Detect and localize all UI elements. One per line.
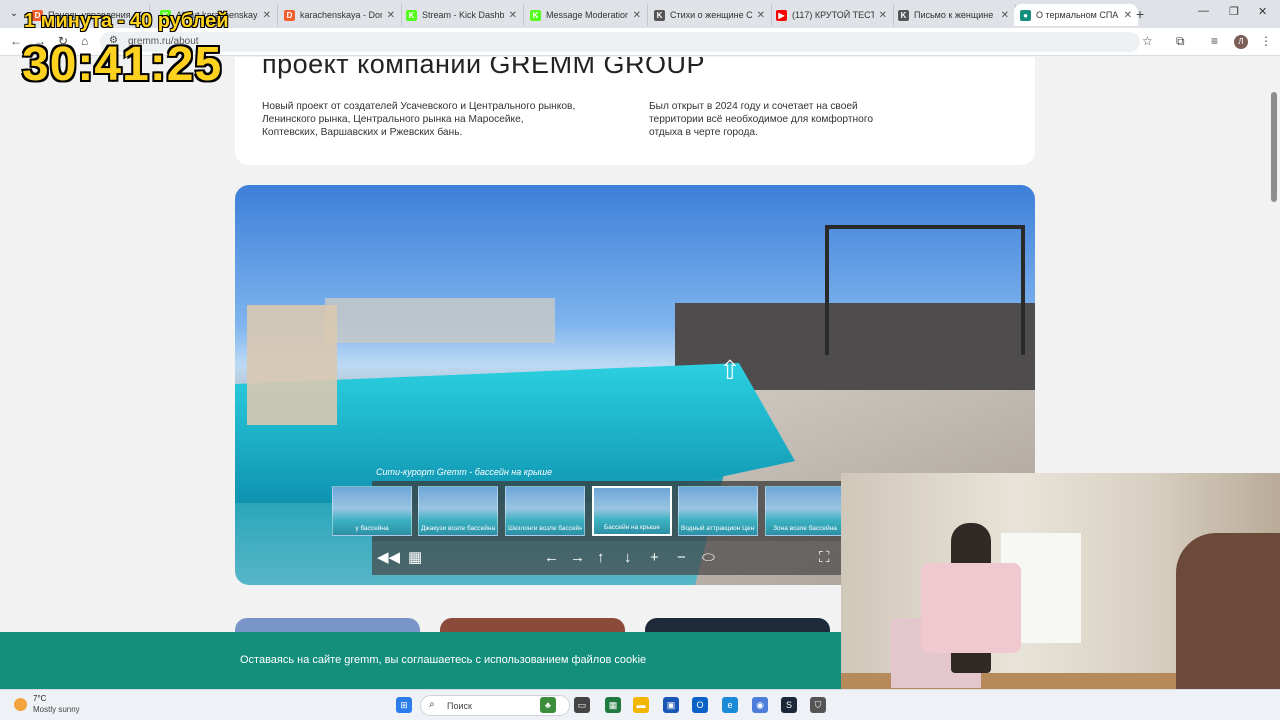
reading-list-icon[interactable]: ≡ — [1211, 34, 1218, 48]
zoom-out-icon[interactable]: − — [677, 549, 686, 567]
edge-icon[interactable]: e — [722, 697, 738, 713]
vr-mode-icon[interactable]: ⬭ — [702, 549, 715, 567]
tab-title: Стихи о женщине Се — [670, 10, 752, 20]
panorama-caption: Сити-курорт Gremm - бассейн на крыше — [376, 467, 553, 477]
taskbar-search-placeholder: Поиск — [447, 701, 472, 711]
about-title: проект компании GREMM GROUP — [262, 57, 706, 79]
panorama-thumbnail-label: у бассейна — [355, 525, 389, 532]
tab-title: Message Moderation — [546, 10, 628, 20]
browser-tab[interactable]: K Стихи о женщине Се ✕ — [648, 4, 772, 26]
about-paragraph-left: Новый проект от создателей Усачевского и… — [262, 101, 576, 138]
search-icon: ⌕ — [429, 699, 435, 710]
k-letter-icon: K — [654, 9, 665, 21]
tab-title: karachenskaya - Don — [300, 10, 382, 20]
tab-close-icon[interactable]: ✕ — [1124, 10, 1132, 21]
menu-dots-icon[interactable]: ⋮ — [1260, 34, 1272, 48]
youtube-icon: ▶ — [776, 9, 787, 21]
panorama-thumbnail-label: Бассейн на крыше — [604, 524, 660, 531]
panorama-thumbnail[interactable]: Бассейн на крыше — [592, 486, 672, 536]
tab-title: Письмо к женщине — [914, 10, 994, 20]
tab-close-icon[interactable]: ✕ — [263, 10, 271, 21]
new-tab-button[interactable]: + — [1136, 6, 1144, 22]
close-window-icon[interactable]: ✕ — [1258, 5, 1267, 18]
browser-tab[interactable]: K Stream - Kick Dashbo ✕ — [400, 4, 524, 26]
cookie-banner-text: Оставаясь на сайте gremm, вы соглашаетес… — [240, 654, 647, 666]
pan-up-icon[interactable]: ↑ — [597, 549, 605, 567]
steam-icon[interactable]: S — [781, 697, 797, 713]
browser-tab[interactable]: ● О термальном СПА ✕ — [1014, 4, 1138, 26]
k-letter-icon: K — [898, 9, 909, 21]
boosty-icon: D — [284, 9, 295, 21]
panorama-thumbnail[interactable]: у бассейна — [332, 486, 412, 536]
address-bar[interactable]: ⚙ gremm.ru/about — [100, 32, 1140, 52]
profile-avatar[interactable]: Л — [1234, 35, 1248, 49]
webcam-blanket — [921, 563, 1021, 653]
stream-promo-text: 1 минута - 40 рублей — [24, 10, 229, 32]
panorama-background-building — [325, 298, 555, 343]
gremm-icon: ● — [1020, 9, 1031, 21]
tab-close-icon[interactable]: ✕ — [387, 10, 395, 21]
pan-left-icon[interactable]: ← — [544, 549, 559, 567]
tab-close-icon[interactable]: ✕ — [633, 10, 641, 21]
browser-tab[interactable]: Dkarachenskaya - Don ✕ — [278, 4, 402, 26]
about-card: проект компании GREMM GROUP Новый проект… — [235, 57, 1035, 165]
tab-title: (117) КРУТОЙ ТЕСТ н — [792, 10, 874, 20]
tab-close-icon[interactable]: ✕ — [1001, 10, 1009, 21]
about-paragraph-right: Был открыт в 2024 году и сочетает на сво… — [649, 101, 873, 138]
taskbar-widget-icon[interactable]: ♣ — [540, 697, 556, 713]
kick-icon: K — [406, 9, 417, 21]
windows-start-icon[interactable]: ⊞ — [396, 697, 412, 713]
outlook-icon[interactable]: O — [692, 697, 708, 713]
bookmark-star-icon[interactable]: ☆ — [1142, 34, 1153, 48]
scrollbar-thumb[interactable] — [1271, 92, 1277, 202]
weather-description[interactable]: Mostly sunny — [33, 705, 80, 714]
tab-close-icon[interactable]: ✕ — [879, 10, 887, 21]
collapse-thumbnails-icon[interactable]: ◀◀ — [377, 549, 400, 567]
panorama-thumbnail[interactable]: Зона возле бассейна — [765, 486, 845, 536]
windows-taskbar: 7°C Mostly sunny ⊞ ⌕ Поиск ♣ ▭ ▦ ▬ ▣ O e… — [0, 689, 1280, 720]
panorama-thumbnail-label: Шезлонги возле бассейна — [508, 525, 582, 532]
weather-temperature[interactable]: 7°C — [33, 694, 46, 703]
restore-icon[interactable]: ❐ — [1229, 5, 1239, 18]
tab-close-icon[interactable]: ✕ — [757, 10, 765, 21]
task-view-icon[interactable]: ▭ — [574, 697, 590, 713]
panorama-thumbnail-strip: у бассейна Джакузи возле бассейна Шезлонги… — [332, 481, 845, 541]
panorama-thumbnail[interactable]: Шезлонги возле бассейна — [505, 486, 585, 536]
taskbar-app-shield-icon[interactable]: ⛉ — [810, 697, 826, 713]
store-icon[interactable]: ▣ — [663, 697, 679, 713]
browser-tab[interactable]: K Письмо к женщине ✕ — [892, 4, 1016, 26]
panorama-thumbnail[interactable]: Джакузи возле бассейна — [418, 486, 498, 536]
panorama-thumbnail[interactable]: Водный аттракцион Центрифуга — [678, 486, 758, 536]
panorama-cabana — [247, 305, 337, 425]
panorama-thumbnail-label: Водный аттракцион Центрифуга — [681, 525, 755, 532]
weather-sun-icon[interactable] — [14, 698, 27, 711]
chrome-icon[interactable]: ◉ — [752, 697, 768, 713]
minimize-icon[interactable]: — — [1198, 5, 1209, 17]
grid-view-icon[interactable]: ▦ — [408, 549, 422, 567]
tab-title: Stream - Kick Dashbo — [422, 10, 504, 20]
kick-icon: K — [530, 9, 541, 21]
file-explorer-icon[interactable]: ▬ — [633, 697, 649, 713]
panorama-control-bar: ◀◀ ▦ ← → ↑ ↓ + − ⬭ ⛶ — [372, 541, 842, 575]
taskbar-app-icon[interactable]: ▦ — [605, 697, 621, 713]
browser-tab[interactable]: ▶ (117) КРУТОЙ ТЕСТ н ✕ — [770, 4, 894, 26]
tab-search-icon[interactable]: ⌄ — [6, 6, 22, 22]
browser-tab[interactable]: K Message Moderation ✕ — [524, 4, 648, 26]
tab-close-icon[interactable]: ✕ — [509, 10, 517, 21]
panorama-thumbnail-label: Зона возле бассейна — [773, 525, 837, 532]
pan-down-icon[interactable]: ↓ — [624, 549, 632, 567]
tab-title: О термальном СПА — [1036, 10, 1119, 20]
pan-right-icon[interactable]: → — [570, 549, 585, 567]
panorama-nav-arrow-icon[interactable]: ⇧ — [719, 355, 741, 386]
extensions-icon[interactable]: ⧉ — [1176, 34, 1185, 49]
fullscreen-icon[interactable]: ⛶ — [819, 549, 830, 567]
panorama-metal-frame — [825, 225, 1025, 355]
zoom-in-icon[interactable]: + — [650, 549, 659, 567]
panorama-thumbnail-label: Джакузи возле бассейна — [421, 525, 495, 532]
webcam-overlay — [841, 473, 1280, 720]
stream-timer: 30:41:25 — [22, 38, 223, 91]
back-icon[interactable]: ← — [10, 34, 22, 48]
